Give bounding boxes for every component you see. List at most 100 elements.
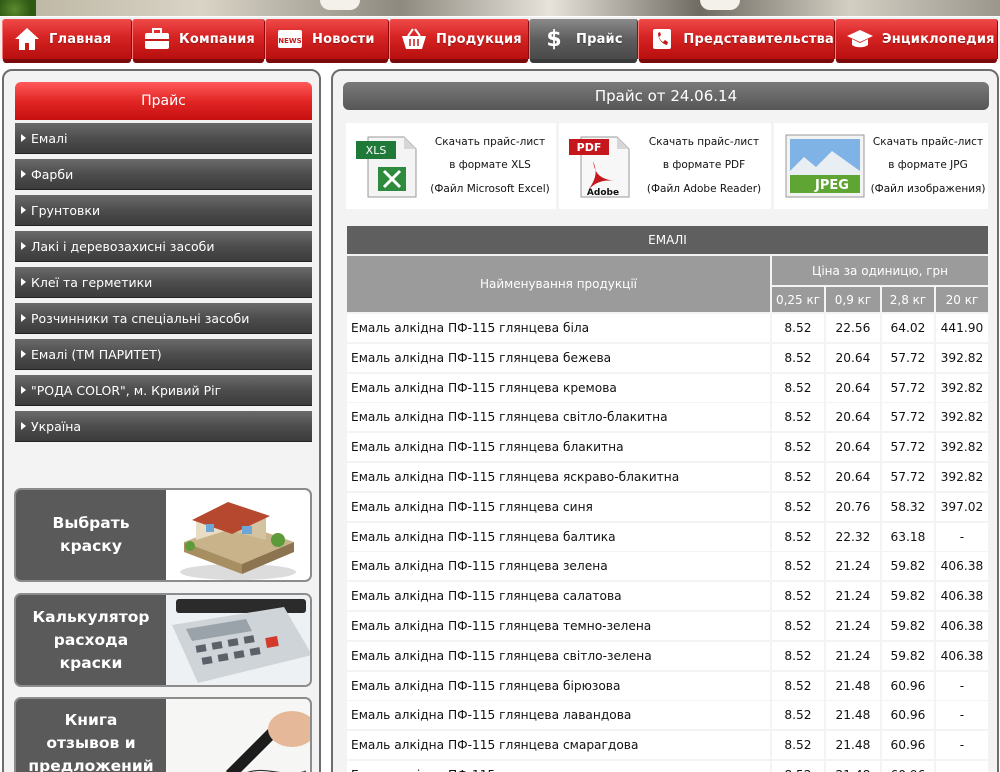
column-header-size: 0,9 кг bbox=[826, 287, 880, 312]
promo-text: Калькулятор расхода краски bbox=[32, 607, 150, 672]
nav-item-encyclopedia[interactable]: Энциклопедия bbox=[835, 19, 998, 63]
excel-file-icon: XLS bbox=[354, 131, 424, 201]
product-name: Емаль алкідна ПФ-115 глянцева балтика bbox=[347, 522, 770, 551]
product-name: Емаль алкідна ПФ-115 глянцева світло-бла… bbox=[347, 403, 770, 432]
page-title: Прайс от 24.06.14 bbox=[343, 82, 989, 110]
price-cell: 8.52 bbox=[772, 552, 824, 581]
download-title: Скачать прайс-лист bbox=[648, 135, 760, 148]
price-cell: 406.38 bbox=[936, 612, 988, 640]
table-row: Емаль алкідна ПФ-115 глянцева зелена 8.52… bbox=[347, 552, 988, 582]
price-cell: 441.90 bbox=[936, 314, 988, 342]
arrow-right-icon bbox=[21, 242, 26, 250]
price-cell: 8.52 bbox=[772, 522, 824, 551]
nav-item-offices[interactable]: Представительства bbox=[638, 19, 835, 63]
download-title: Скачать прайс-лист bbox=[872, 135, 984, 148]
product-name: Емаль алкідна ПФ-115 глянцева бірюзова bbox=[347, 671, 770, 700]
sidebar-item-ukraina[interactable]: Україна bbox=[15, 411, 312, 442]
price-cell: - bbox=[936, 522, 988, 551]
sidebar-item-emali-parytet[interactable]: Емалі (ТМ ПАРИТЕТ) bbox=[15, 339, 312, 370]
table-row: Емаль алкідна ПФ-115 глянцева світло-бла… bbox=[347, 403, 988, 433]
price-cell: 63.18 bbox=[882, 522, 934, 551]
price-cell: 8.52 bbox=[772, 582, 824, 611]
product-name: Емаль алкідна ПФ-115 глянцева лавандова bbox=[347, 701, 770, 730]
sidebar-item-gruntovky[interactable]: Грунтовки bbox=[15, 195, 312, 226]
price-cell: 60.96 bbox=[882, 701, 934, 730]
price-cell: 59.82 bbox=[882, 612, 934, 640]
price-cell: 20.64 bbox=[826, 403, 880, 432]
price-cell: 21.24 bbox=[826, 582, 880, 611]
price-cell: 406.38 bbox=[936, 582, 988, 611]
column-header-name: Найменування продукції bbox=[347, 256, 770, 312]
product-name: Емаль алкідна ПФ-115 глянцева синя bbox=[347, 492, 770, 521]
price-cell: - bbox=[936, 731, 988, 760]
promo-text: Выбрать краску bbox=[52, 514, 130, 555]
download-xls[interactable]: XLS Скачать прайс-лист в формате XLS (Фа… bbox=[346, 123, 556, 209]
banner-foliage bbox=[0, 0, 36, 16]
sidebar-item-laky[interactable]: Лакі і деревозахисні засоби bbox=[15, 231, 312, 262]
nav-item-company[interactable]: Компания bbox=[132, 19, 265, 63]
main-nav: Главная Компания NEWS Новости Продукция … bbox=[0, 17, 1000, 63]
banner-lamp bbox=[320, 0, 360, 10]
sidebar-item-klei[interactable]: Клеї та герметики bbox=[15, 267, 312, 298]
download-pdf[interactable]: PDF Adobe Скачать прайс-лист в формате P… bbox=[559, 123, 771, 209]
promo-text: Книга отзывов и предложений bbox=[28, 711, 154, 772]
nav-item-products[interactable]: Продукция bbox=[389, 19, 529, 63]
price-cell: 60.96 bbox=[882, 731, 934, 760]
table-row: Емаль алкідна ПФ-115 глянцева смарагдова… bbox=[347, 731, 988, 761]
guestbook-banner[interactable]: Книга отзывов и предложений bbox=[14, 697, 312, 772]
price-cell: 392.82 bbox=[936, 403, 988, 432]
nav-item-home[interactable]: Главная bbox=[2, 19, 132, 63]
column-header-price: Ціна за одиницю, грн bbox=[772, 256, 988, 285]
price-cell: 57.72 bbox=[882, 373, 934, 402]
table-row: Емаль алкідна ПФ-115 ...8.5221.4860.96- bbox=[347, 761, 988, 772]
price-cell: - bbox=[936, 761, 988, 772]
nav-item-news[interactable]: NEWS Новости bbox=[265, 19, 389, 63]
icon-label: XLS bbox=[366, 144, 387, 157]
jpeg-file-icon: JPEG bbox=[782, 131, 868, 201]
sidebar-item-roda-color[interactable]: "РОДА COLOR", м. Кривий Ріг bbox=[15, 375, 312, 406]
download-format: в формате XLS bbox=[449, 159, 531, 172]
price-cell: 60.96 bbox=[882, 671, 934, 700]
price-cell: 8.52 bbox=[772, 314, 824, 342]
sidebar-item-rozchynnyky[interactable]: Розчинники та спеціальні засоби bbox=[15, 303, 312, 334]
table-row: Емаль алкідна ПФ-115 глянцева світло-зел… bbox=[347, 641, 988, 672]
arrow-right-icon bbox=[21, 350, 26, 358]
price-cell: 8.52 bbox=[772, 671, 824, 700]
download-jpg[interactable]: JPEG Скачать прайс-лист в формате JPG (Ф… bbox=[774, 123, 988, 209]
sidebar-item-farby[interactable]: Фарби bbox=[15, 159, 312, 190]
nav-item-price[interactable]: $ Прайс bbox=[529, 19, 638, 63]
price-cell: 8.52 bbox=[772, 433, 824, 462]
nav-label: Продукция bbox=[436, 31, 522, 47]
price-cell: 21.48 bbox=[826, 731, 880, 760]
price-cell: - bbox=[936, 701, 988, 730]
price-cell: 8.52 bbox=[772, 701, 824, 730]
product-name: Емаль алкідна ПФ-115 глянцева салатова bbox=[347, 582, 770, 611]
choose-paint-banner[interactable]: Выбрать краску bbox=[14, 488, 312, 582]
price-cell: 21.24 bbox=[826, 641, 880, 670]
house-illustration bbox=[166, 490, 310, 580]
download-type: (Файл Microsoft Excel) bbox=[430, 182, 550, 195]
graduation-cap-icon bbox=[846, 25, 874, 53]
news-icon: NEWS bbox=[276, 25, 304, 53]
price-cell: 406.38 bbox=[936, 552, 988, 581]
icon-label: JPEG bbox=[814, 178, 849, 193]
arrow-right-icon bbox=[21, 134, 26, 142]
price-cell: 59.82 bbox=[882, 641, 934, 670]
price-cell: 57.72 bbox=[882, 403, 934, 432]
icon-sublabel: Adobe bbox=[587, 188, 619, 198]
table-row: Емаль алкідна ПФ-115 глянцева яскраво-бл… bbox=[347, 463, 988, 493]
dollar-icon: $ bbox=[546, 26, 562, 52]
table-row: Емаль алкідна ПФ-115 глянцева бірюзова 8.… bbox=[347, 671, 988, 702]
product-name: Емаль алкідна ПФ-115 глянцева біла bbox=[347, 314, 770, 342]
price-cell: 21.48 bbox=[826, 701, 880, 730]
paint-calculator-banner[interactable]: Калькулятор расхода краски bbox=[14, 593, 312, 687]
sidebar-item-emali[interactable]: Емалі bbox=[15, 123, 312, 154]
nav-label: Компания bbox=[179, 31, 255, 47]
price-cell: 59.82 bbox=[882, 552, 934, 581]
table-row: Емаль алкідна ПФ-115 глянцева біла 8.52 22… bbox=[347, 314, 988, 344]
price-cell: 8.52 bbox=[772, 373, 824, 402]
arrow-right-icon bbox=[21, 422, 26, 430]
basket-icon bbox=[400, 25, 428, 53]
pen-illustration bbox=[166, 699, 310, 772]
table-row: Емаль алкідна ПФ-115 глянцева салатова 8.… bbox=[347, 582, 988, 612]
